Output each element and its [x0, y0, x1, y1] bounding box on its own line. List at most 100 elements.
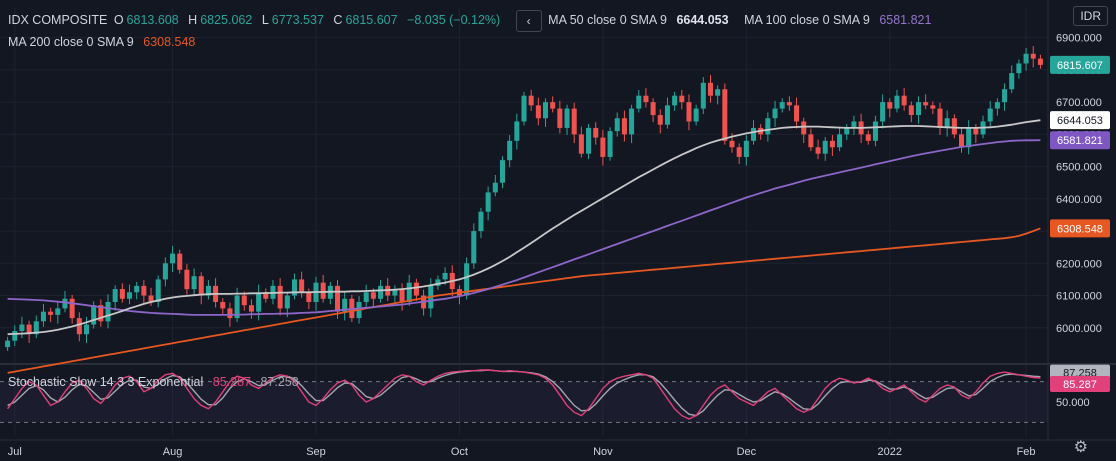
candle-body-137	[987, 108, 993, 122]
candle-body-95	[686, 102, 692, 122]
candle-body-93	[672, 95, 678, 106]
open-label: O	[113, 13, 124, 28]
candle-body-98	[707, 82, 713, 96]
candle-body-90	[650, 102, 656, 116]
candle-body-85	[614, 118, 620, 132]
candle-body-52	[378, 285, 384, 299]
gear-icon[interactable]: ⚙	[1074, 437, 1088, 457]
candle-body-6	[48, 311, 54, 315]
candle-body-50	[363, 292, 369, 302]
candle-body-97	[700, 82, 706, 109]
ma200-label: MA 200 close 0 SMA 9	[8, 35, 134, 49]
y-tick-label-2: 6200.000	[1056, 258, 1102, 270]
candle-body-18	[134, 285, 140, 293]
candle-body-114	[822, 140, 828, 154]
candle-body-15	[112, 289, 118, 302]
candle-body-126	[908, 105, 914, 116]
close-label: C	[333, 13, 343, 28]
candle-body-89	[643, 95, 649, 103]
candle-body-21	[155, 279, 161, 302]
ma200-value: 6308.548	[143, 35, 196, 49]
candle-body-138	[994, 102, 1000, 109]
candle-body-107	[772, 108, 778, 119]
candle-body-74	[535, 105, 541, 119]
candle-body-117	[844, 127, 850, 135]
candle-body-31	[227, 308, 233, 319]
candle-body-144	[1037, 58, 1043, 65]
candle-body-55	[399, 289, 405, 302]
candle-body-81	[586, 127, 592, 154]
candle-body-71	[514, 121, 520, 141]
candle-body-82	[593, 127, 599, 138]
candle-body-135	[973, 127, 979, 135]
chart-canvas[interactable]: 6000.0006100.0006200.0006300.0006400.000…	[0, 0, 1116, 461]
ma50-label: MA 50 close 0 SMA 9	[548, 13, 667, 28]
candle-body-100	[722, 89, 728, 141]
candle-body-61	[442, 272, 448, 280]
x-tick-label-3: Oct	[451, 446, 468, 458]
candle-body-10	[76, 318, 82, 335]
currency-button[interactable]: IDR	[1073, 6, 1108, 26]
ma100-value: 6581.821	[879, 13, 932, 28]
low-label: L	[261, 13, 269, 28]
candle-body-139	[1002, 89, 1008, 103]
candle-body-77	[557, 108, 563, 128]
candle-body-9	[69, 298, 75, 319]
candle-body-106	[765, 118, 771, 135]
candle-body-133	[959, 134, 965, 148]
candle-body-39	[284, 295, 290, 309]
candle-body-91	[657, 115, 663, 125]
y-tick-label-1: 6100.000	[1056, 291, 1102, 303]
stoch-badge-label-1: 85.287	[1063, 379, 1097, 391]
candle-body-66	[478, 211, 484, 232]
candle-body-23	[170, 253, 176, 264]
candle-body-111	[801, 121, 807, 135]
candle-body-70	[507, 140, 513, 161]
candle-body-35	[256, 292, 262, 312]
candle-body-124	[894, 95, 900, 109]
candle-body-8	[62, 298, 68, 309]
candle-body-30	[220, 301, 226, 309]
candle-body-99	[715, 89, 721, 96]
candle-body-87	[629, 108, 635, 135]
candle-body-143	[1030, 53, 1036, 59]
y-tick-label-7: 6700.000	[1056, 97, 1102, 109]
candle-body-42	[306, 292, 312, 302]
candle-body-41	[299, 279, 305, 293]
x-tick-label-4: Nov	[593, 446, 613, 458]
high-value: 6825.062	[200, 13, 253, 28]
stoch-label: Stochastic Slow 14 3 3 Exponential	[8, 375, 204, 389]
candle-body-7	[55, 308, 61, 315]
candle-body-101	[729, 140, 735, 148]
x-tick-label-2: Sep	[306, 446, 326, 458]
low-value: 6773.537	[271, 13, 324, 28]
stoch-d-value: 87.258	[260, 375, 299, 389]
candle-body-16	[119, 289, 125, 299]
candle-body-132	[951, 118, 957, 135]
candle-body-118	[851, 121, 857, 128]
stoch-tick-label-0: 50.000	[1056, 397, 1090, 409]
candle-body-56	[406, 282, 412, 302]
candle-body-141	[1016, 63, 1022, 74]
stoch-k-value: 85.287	[212, 375, 251, 389]
y-tick-label-4: 6400.000	[1056, 194, 1102, 206]
x-tick-label-6: 2022	[878, 446, 902, 458]
candle-body-128	[923, 102, 929, 106]
candle-body-127	[915, 102, 921, 116]
high-label: H	[188, 13, 198, 28]
ma100-label: MA 100 close 0 SMA 9	[744, 13, 870, 28]
price-badge-label-3: 6308.548	[1057, 223, 1103, 235]
symbol-name: IDX COMPOSITE	[8, 13, 108, 28]
candle-body-14	[105, 301, 111, 322]
candle-body-67	[485, 192, 491, 212]
candle-body-83	[600, 137, 606, 157]
x-tick-label-5: Dec	[737, 446, 757, 458]
candle-body-24	[177, 253, 183, 270]
candle-body-79	[571, 108, 577, 135]
candle-body-69	[499, 160, 505, 183]
chevron-left-icon[interactable]: ‹	[515, 10, 542, 32]
x-tick-label-7: Feb	[1017, 446, 1036, 458]
candle-body-96	[693, 108, 699, 122]
ma200-legend-row: MA 200 close 0 SMA 9 6308.548	[8, 34, 198, 50]
candle-body-75	[543, 102, 549, 119]
